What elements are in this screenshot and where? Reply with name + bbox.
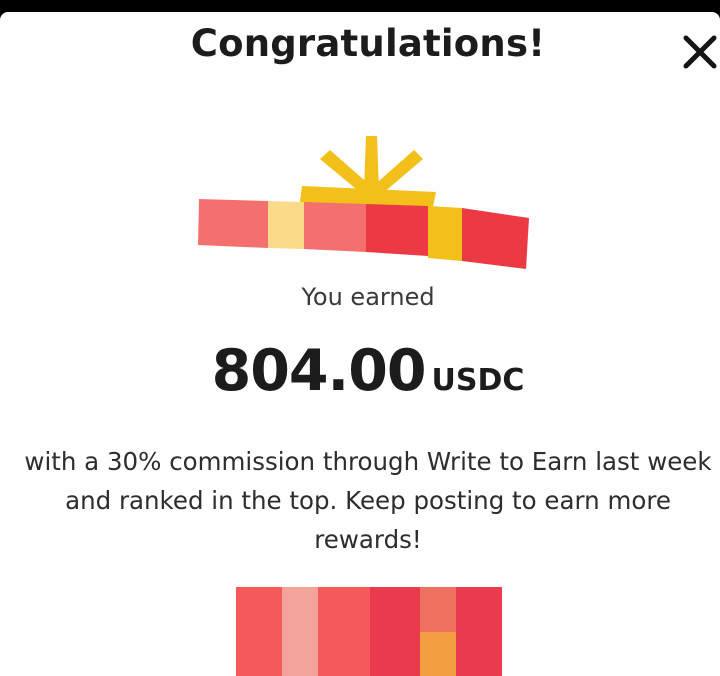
- reward-amount: 804.00 USDC: [0, 338, 720, 404]
- amount-value: 804.00: [211, 338, 427, 404]
- earned-label: You earned: [301, 283, 435, 311]
- gift-illustration-bottom: [236, 587, 502, 676]
- close-button[interactable]: [680, 30, 720, 70]
- currency-label: USDC: [431, 363, 525, 398]
- close-icon: [683, 35, 717, 69]
- reward-message: with a 30% commission through Write to E…: [24, 447, 712, 554]
- dialog-title: Congratulations!: [190, 22, 546, 65]
- congratulations-dialog: Congratulations! You earned 804.00 USDC w…: [0, 12, 720, 676]
